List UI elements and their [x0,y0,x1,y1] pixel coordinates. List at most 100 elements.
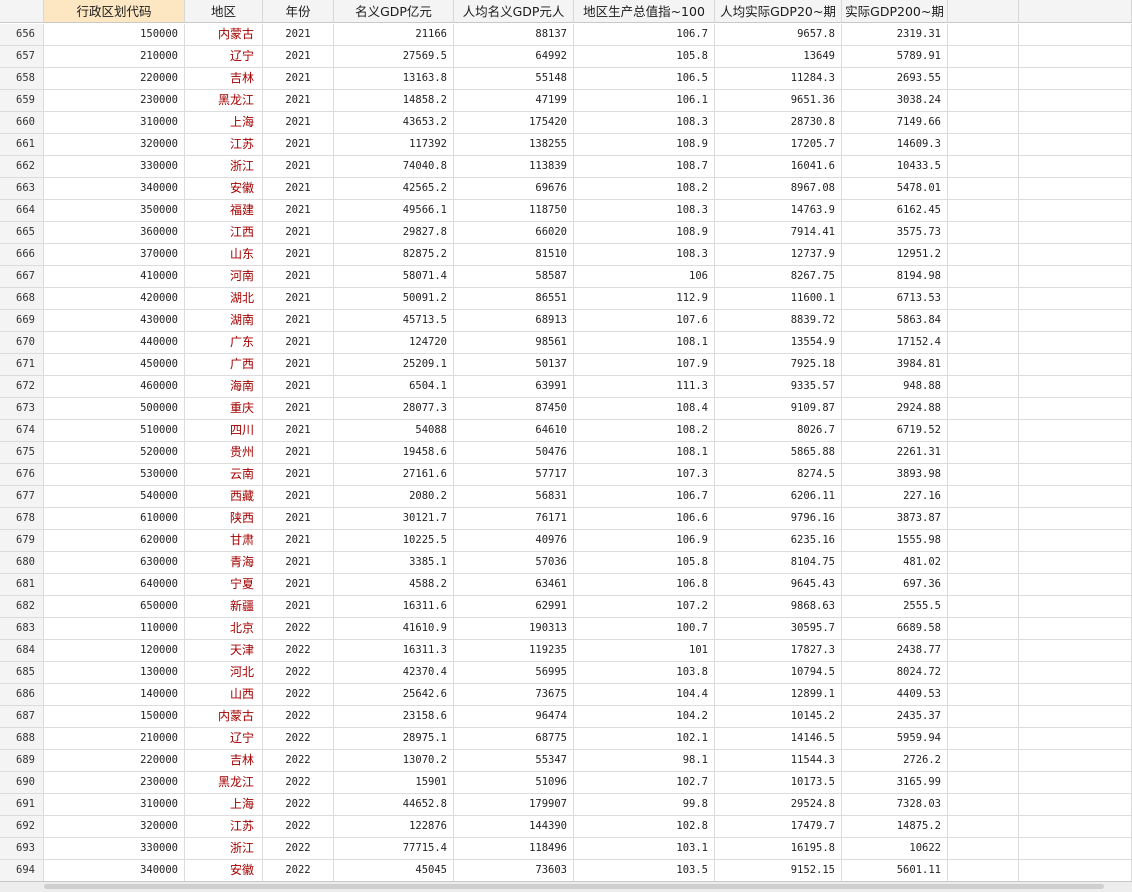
table-row[interactable]: 664 350000 福建 2021 49566.1 118750 108.3 14763.9… [0,200,1132,222]
col-header-gdp-per-capita[interactable]: 人均名义GDP元人 [454,0,574,23]
code-cell[interactable]: 350000 [44,200,185,222]
empty-cell[interactable] [1019,838,1132,860]
year-cell[interactable]: 2022 [263,618,334,640]
gdp-per-capita-cell[interactable]: 40976 [454,530,574,552]
table-row[interactable]: 671 450000 广西 2021 25209.1 50137 107.9 7925.18 3… [0,354,1132,376]
table-row[interactable]: 689 220000 吉林 2022 13070.2 55347 98.1 11544.3 27… [0,750,1132,772]
table-row[interactable]: 672 460000 海南 2021 6504.1 63991 111.3 9335.57 94… [0,376,1132,398]
code-cell[interactable]: 340000 [44,178,185,200]
table-row[interactable]: 690 230000 黑龙江 2022 15901 51096 102.7 10173.5 31… [0,772,1132,794]
gdp-index-cell[interactable]: 103.1 [574,838,715,860]
gdp-per-capita-cell[interactable]: 81510 [454,244,574,266]
gdp-index-cell[interactable]: 106.6 [574,508,715,530]
gdp-per-capita-cell[interactable]: 69676 [454,178,574,200]
year-cell[interactable]: 2021 [263,596,334,618]
code-cell[interactable]: 150000 [44,706,185,728]
gdp-index-cell[interactable]: 102.1 [574,728,715,750]
real-gdp-per-capita-cell[interactable]: 16195.8 [715,838,842,860]
gdp-cell[interactable]: 15901 [334,772,454,794]
table-row[interactable]: 656 150000 内蒙古 2021 21166 88137 106.7 9657.8 231… [0,24,1132,46]
region-cell[interactable]: 辽宁 [185,46,263,68]
real-gdp-per-capita-cell[interactable]: 8274.5 [715,464,842,486]
code-cell[interactable]: 210000 [44,46,185,68]
region-cell[interactable]: 安徽 [185,860,263,882]
real-gdp-per-capita-cell[interactable]: 14146.5 [715,728,842,750]
real-gdp-cell[interactable]: 5601.11 [842,860,948,882]
table-row[interactable]: 684 120000 天津 2022 16311.3 119235 101 17827.3 24… [0,640,1132,662]
gdp-index-cell[interactable]: 98.1 [574,750,715,772]
real-gdp-per-capita-cell[interactable]: 8967.08 [715,178,842,200]
empty-cell[interactable] [1019,178,1132,200]
empty-cell[interactable] [1019,684,1132,706]
year-cell[interactable]: 2021 [263,310,334,332]
empty-cell[interactable] [1019,310,1132,332]
real-gdp-per-capita-cell[interactable]: 8104.75 [715,552,842,574]
gdp-per-capita-cell[interactable]: 64610 [454,420,574,442]
code-cell[interactable]: 220000 [44,68,185,90]
real-gdp-per-capita-cell[interactable]: 9152.15 [715,860,842,882]
empty-cell[interactable] [1019,398,1132,420]
real-gdp-per-capita-cell[interactable]: 6206.11 [715,486,842,508]
empty-cell[interactable] [948,46,1019,68]
table-row[interactable]: 678 610000 陕西 2021 30121.7 76171 106.6 9796.16 3… [0,508,1132,530]
table-row[interactable]: 686 140000 山西 2022 25642.6 73675 104.4 12899.1 4… [0,684,1132,706]
year-cell[interactable]: 2022 [263,706,334,728]
region-cell[interactable]: 吉林 [185,750,263,772]
col-header-gdp[interactable]: 名义GDP亿元 [334,0,454,23]
gdp-per-capita-cell[interactable]: 113839 [454,156,574,178]
gdp-cell[interactable]: 21166 [334,24,454,46]
table-row[interactable]: 682 650000 新疆 2021 16311.6 62991 107.2 9868.63 2… [0,596,1132,618]
empty-cell[interactable] [948,398,1019,420]
real-gdp-cell[interactable]: 5789.91 [842,46,948,68]
gdp-index-cell[interactable]: 99.8 [574,794,715,816]
empty-cell[interactable] [948,68,1019,90]
empty-cell[interactable] [948,178,1019,200]
gdp-cell[interactable]: 49566.1 [334,200,454,222]
real-gdp-cell[interactable]: 2555.5 [842,596,948,618]
empty-cell[interactable] [1019,706,1132,728]
code-cell[interactable]: 620000 [44,530,185,552]
col-header-gdp-index[interactable]: 地区生产总值指~100 [574,0,715,23]
code-cell[interactable]: 140000 [44,684,185,706]
code-cell[interactable]: 540000 [44,486,185,508]
empty-cell[interactable] [948,662,1019,684]
code-cell[interactable]: 360000 [44,222,185,244]
gdp-cell[interactable]: 14858.2 [334,90,454,112]
empty-cell[interactable] [1019,222,1132,244]
code-cell[interactable]: 610000 [44,508,185,530]
empty-cell[interactable] [948,354,1019,376]
gdp-per-capita-cell[interactable]: 73603 [454,860,574,882]
real-gdp-per-capita-cell[interactable]: 9796.16 [715,508,842,530]
region-cell[interactable]: 上海 [185,794,263,816]
empty-cell[interactable] [948,420,1019,442]
empty-cell[interactable] [1019,816,1132,838]
gdp-per-capita-cell[interactable]: 51096 [454,772,574,794]
empty-cell[interactable] [1019,90,1132,112]
code-cell[interactable]: 510000 [44,420,185,442]
year-cell[interactable]: 2021 [263,46,334,68]
code-cell[interactable]: 410000 [44,266,185,288]
col-header-year[interactable]: 年份 [263,0,334,23]
real-gdp-cell[interactable]: 17152.4 [842,332,948,354]
year-cell[interactable]: 2021 [263,200,334,222]
empty-cell[interactable] [948,288,1019,310]
region-cell[interactable]: 广西 [185,354,263,376]
empty-cell[interactable] [1019,794,1132,816]
gdp-cell[interactable]: 74040.8 [334,156,454,178]
real-gdp-per-capita-cell[interactable]: 11544.3 [715,750,842,772]
real-gdp-cell[interactable]: 3893.98 [842,464,948,486]
real-gdp-cell[interactable]: 227.16 [842,486,948,508]
real-gdp-per-capita-cell[interactable]: 11284.3 [715,68,842,90]
empty-cell[interactable] [948,112,1019,134]
table-row[interactable]: 674 510000 四川 2021 54088 64610 108.2 8026.7 6719… [0,420,1132,442]
table-row[interactable]: 670 440000 广东 2021 124720 98561 108.1 13554.9 17… [0,332,1132,354]
empty-cell[interactable] [948,464,1019,486]
empty-cell[interactable] [1019,860,1132,882]
table-row[interactable]: 665 360000 江西 2021 29827.8 66020 108.9 7914.41 3… [0,222,1132,244]
gdp-per-capita-cell[interactable]: 63461 [454,574,574,596]
real-gdp-cell[interactable]: 948.88 [842,376,948,398]
real-gdp-cell[interactable]: 5863.84 [842,310,948,332]
code-cell[interactable]: 330000 [44,156,185,178]
table-row[interactable]: 676 530000 云南 2021 27161.6 57717 107.3 8274.5 38… [0,464,1132,486]
empty-cell[interactable] [948,310,1019,332]
